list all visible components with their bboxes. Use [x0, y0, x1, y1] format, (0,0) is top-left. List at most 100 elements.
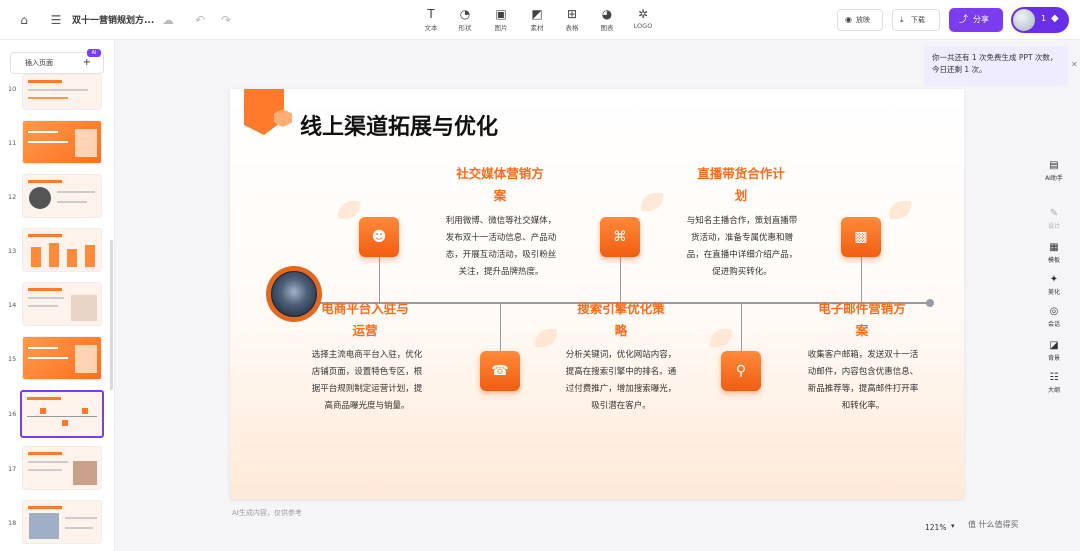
tool-text-label: 文本 — [424, 24, 438, 32]
thumb-bar — [67, 249, 77, 267]
thumb-title-bar — [28, 180, 62, 183]
tool-chart[interactable]: ◕ 图表 — [590, 7, 624, 32]
session-icon: ◎ — [1049, 306, 1059, 317]
beautify-icon: ✦ — [1049, 274, 1059, 285]
panel-ai-assistant[interactable]: ▤ AI助手 — [1040, 160, 1068, 182]
section-body[interactable]: 与知名主播合作，策划直播带货活动，准备专属优惠和赠品，在直播中详细介绍产品，促进… — [685, 213, 799, 281]
thumb-line — [28, 297, 64, 299]
tool-logo-label: LOGO — [633, 22, 653, 30]
slide-thumbnail-12[interactable] — [22, 174, 102, 218]
section-heading[interactable]: 电子邮件营销方 案 — [797, 298, 927, 342]
slide-thumbnail-17[interactable] — [22, 446, 102, 490]
leaf-decoration — [535, 329, 557, 347]
thumbnail-scrollbar[interactable] — [110, 240, 113, 390]
slide-canvas[interactable]: 线上渠道拓展与优化 ☻ ☎ ⌘ ⚲ ▩ 电商平台入驻与 运营 选择主流电商平台入… — [230, 89, 964, 499]
thumb-line — [57, 201, 87, 203]
slide-thumbnail-11[interactable] — [22, 120, 102, 164]
panel-label: 设计 — [1047, 223, 1060, 230]
tool-shape[interactable]: ◔ 形状 — [448, 7, 482, 32]
panel-template[interactable]: ▦ 模板 — [1040, 242, 1068, 264]
menu-icon[interactable]: ☰ — [48, 12, 64, 28]
heading-line: 直播带货合作计 — [697, 166, 785, 181]
section-body[interactable]: 利用微博、微信等社交媒体，发布双十一活动信息、产品动态，开展互动活动，吸引粉丝关… — [444, 213, 558, 281]
thumb-title-bar — [27, 397, 61, 400]
thumb-node — [82, 408, 88, 414]
panel-label: 会话 — [1047, 321, 1060, 328]
section-body[interactable]: 分析关键词，优化网站内容，提高在搜索引擎中的排名。通过付费推广，增加搜索曝光，吸… — [564, 347, 678, 415]
panel-outline[interactable]: ☷ 大纲 — [1040, 372, 1068, 394]
outline-icon: ☷ — [1049, 372, 1059, 383]
heading-line: 划 — [734, 188, 748, 203]
download-button[interactable]: ⤓ 下载 — [892, 9, 940, 31]
leaf-decoration — [889, 201, 911, 219]
heading-line: 社交媒体营销方 — [456, 166, 544, 181]
panel-beautify[interactable]: ✦ 美化 — [1040, 274, 1068, 296]
tool-image[interactable]: ▣ 图片 — [484, 7, 518, 32]
download-icon: ⤓ — [900, 15, 904, 24]
section-heading[interactable]: 电商平台入驻与 运营 — [300, 298, 430, 342]
shape-icon: ◔ — [459, 7, 471, 21]
close-icon[interactable]: ✕ — [1071, 60, 1078, 69]
slide-title[interactable]: 线上渠道拓展与优化 — [300, 109, 498, 141]
share-label: 分享 — [973, 15, 989, 24]
slide-thumbnail-14[interactable] — [22, 282, 102, 326]
tool-table[interactable]: ⊞ 表格 — [555, 7, 589, 32]
leaf-decoration — [710, 329, 732, 347]
slide-thumbnail-13[interactable] — [22, 228, 102, 272]
heading-line: 电子邮件营销方 — [818, 301, 906, 316]
section-heading[interactable]: 直播带货合作计 划 — [676, 163, 806, 207]
panel-background[interactable]: ◪ 背景 — [1040, 340, 1068, 362]
thumb-line — [27, 416, 97, 417]
tool-material[interactable]: ◩ 素材 — [520, 7, 554, 32]
tool-text[interactable]: T 文本 — [414, 7, 448, 32]
document-title[interactable]: 双十一营销规划方... — [72, 13, 154, 26]
thumb-image — [75, 345, 97, 373]
panel-label: AI助手 — [1045, 175, 1063, 182]
redo-icon[interactable]: ↷ — [218, 12, 234, 28]
cloud-icon: ☁ — [162, 13, 174, 27]
template-icon: ▦ — [1049, 242, 1059, 253]
ai-disclaimer: AI生成内容，仅供参考 — [232, 509, 302, 517]
slide-thumbnail-15[interactable] — [22, 336, 102, 380]
thumb-bar — [49, 243, 59, 267]
panel-session[interactable]: ◎ 会话 — [1040, 306, 1068, 328]
chevron-down-icon[interactable]: ▾ — [951, 522, 955, 530]
bar-chart-icon: ▩ — [841, 217, 881, 257]
megaphone-icon: ☎ — [480, 351, 520, 391]
user-menu[interactable]: 1 ◆ — [1011, 7, 1069, 33]
section-body[interactable]: 收集客户邮箱，发送双十一活动邮件，内容包含优惠信息、新品推荐等，提高邮件打开率和… — [806, 347, 920, 415]
thumb-line — [28, 131, 58, 133]
present-button[interactable]: ◉ 放映 — [837, 9, 883, 31]
slide-number: 13 — [8, 247, 17, 255]
zoom-level[interactable]: 121% — [925, 523, 946, 532]
slide-number: 18 — [8, 519, 17, 527]
thumb-title-bar — [28, 234, 62, 237]
slide-thumbnail-16[interactable] — [20, 390, 104, 438]
slide-number: 14 — [8, 301, 17, 309]
heading-line: 略 — [614, 323, 628, 338]
slide-number: 17 — [8, 465, 17, 473]
tool-logo[interactable]: ✲ LOGO — [626, 7, 660, 30]
undo-icon[interactable]: ↶ — [192, 12, 208, 28]
thumb-line — [57, 191, 95, 193]
slide-number: 16 — [8, 410, 17, 418]
thumb-line — [28, 357, 68, 359]
panel-design[interactable]: ✎ 设计 — [1040, 208, 1068, 230]
timeline-end-dot — [926, 299, 934, 307]
connector-line — [741, 302, 742, 352]
slide-thumbnail-10[interactable] — [22, 74, 102, 110]
thumb-line — [28, 141, 68, 143]
thumb-image — [73, 461, 97, 485]
thumb-line — [28, 97, 68, 99]
section-heading[interactable]: 搜索引擎优化策 略 — [556, 298, 686, 342]
home-icon[interactable]: ⌂ — [16, 12, 32, 28]
tool-material-label: 素材 — [530, 24, 544, 32]
section-heading[interactable]: 社交媒体营销方 案 — [435, 163, 565, 207]
table-icon: ⊞ — [566, 7, 578, 21]
tool-chart-label: 图表 — [600, 24, 614, 32]
slide-thumbnail-18[interactable] — [22, 500, 102, 544]
share-button[interactable]: ⤴ 分享 — [949, 8, 1003, 32]
background-icon: ◪ — [1049, 340, 1059, 351]
connector-line — [500, 302, 501, 352]
section-body[interactable]: 选择主流电商平台入驻，优化店铺页面，设置特色专区，根据平台规则制定运营计划，提高… — [310, 347, 424, 415]
